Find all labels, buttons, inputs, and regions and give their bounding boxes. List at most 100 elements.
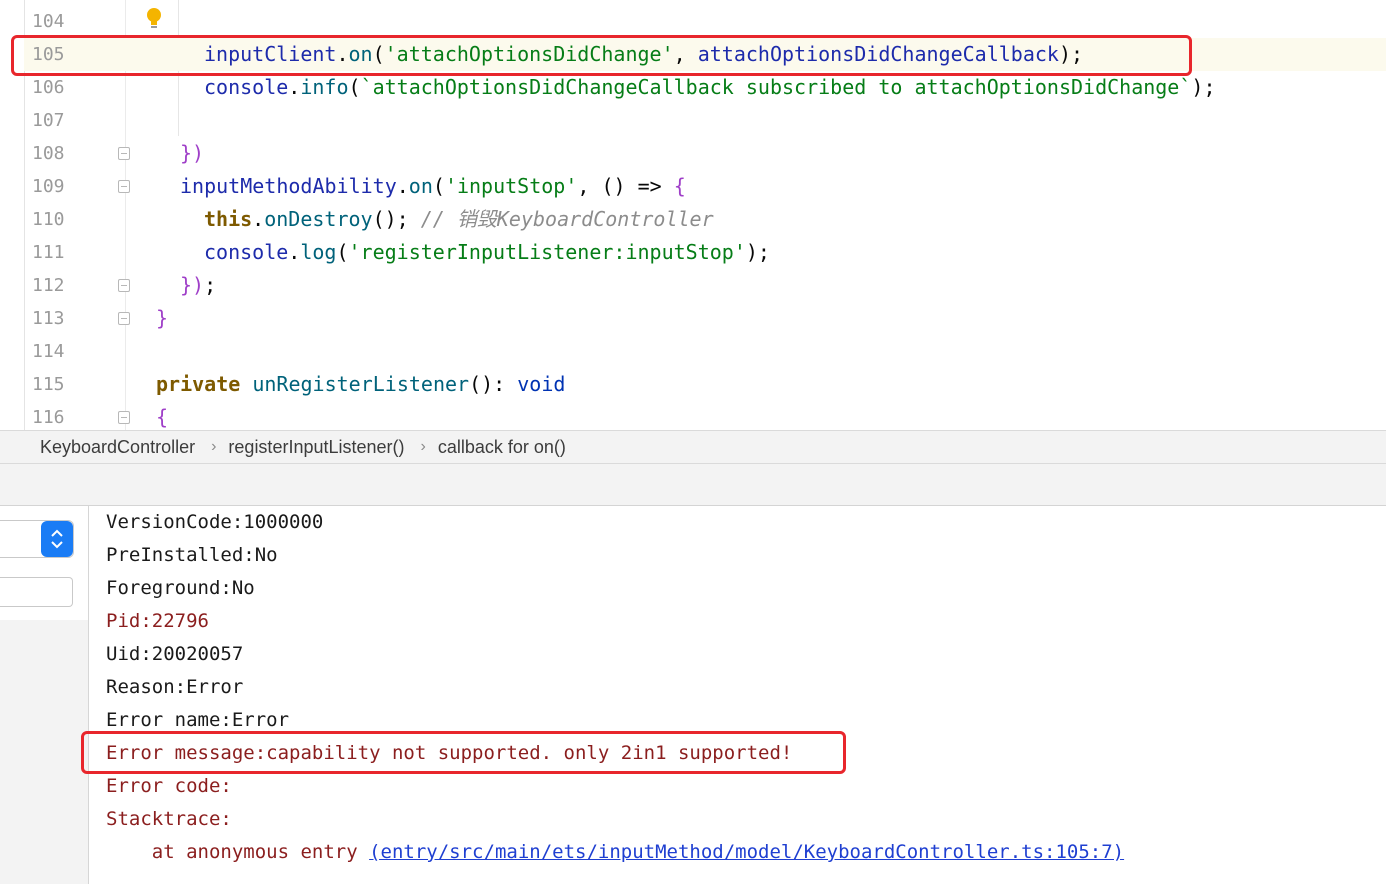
code-token: log	[300, 240, 337, 264]
code-line-106[interactable]: 106 console.info(`attachOptionsDidChange…	[24, 71, 1386, 104]
line-number: 106	[32, 77, 65, 98]
breadcrumb-item-callback[interactable]: callback for on()	[438, 437, 566, 458]
code-token: {	[156, 405, 169, 429]
code-line-110[interactable]: 110 this.onDestroy(); // 销毁KeyboardContr…	[24, 203, 1386, 236]
code-line-105[interactable]: 105 inputClient.on('attachOptionsDidChan…	[24, 38, 1386, 71]
log-line: Uid:20020057	[106, 643, 244, 665]
code-text: inputClient.on('attachOptionsDidChange',…	[204, 38, 1083, 71]
breadcrumb-separator-icon: ›	[420, 438, 426, 455]
code-line-108[interactable]: 108 })	[24, 137, 1386, 170]
code-token: private	[156, 372, 253, 396]
log-line: PreInstalled:No	[106, 544, 278, 566]
code-editor[interactable]: 104 105 inputClient.on('attachOptionsDid…	[0, 0, 1386, 430]
code-text: }	[156, 302, 168, 335]
log-line: Error code:	[106, 775, 232, 797]
code-text: console.log('registerInputListener:input…	[204, 236, 770, 269]
log-line: VersionCode:1000000	[106, 511, 324, 533]
code-token: 'attachOptionsDidChange'	[384, 42, 674, 66]
code-token: 'inputStop'	[444, 174, 578, 198]
fold-marker-icon[interactable]	[118, 312, 130, 325]
code-token: .	[252, 207, 265, 231]
source-location-link[interactable]: (entry/src/main/ets/inputMethod/model/Ke…	[369, 841, 1124, 863]
code-line-116[interactable]: 116 {	[24, 401, 1386, 430]
code-token: })	[180, 141, 205, 165]
log-output[interactable]: VersionCode:1000000 PreInstalled:No Fore…	[106, 506, 1386, 884]
stacktrace-line: at anonymous entry (entry/src/main/ets/i…	[106, 836, 1124, 869]
code-token: onDestroy	[264, 207, 373, 231]
log-line: Error name:Error	[106, 709, 290, 731]
log-filter-input[interactable]	[0, 577, 73, 607]
fold-marker-icon[interactable]	[118, 279, 130, 292]
code-token: console	[204, 75, 289, 99]
code-line-107[interactable]: 107	[24, 104, 1386, 137]
code-line-112[interactable]: 112 });	[24, 269, 1386, 302]
breadcrumb-item-class[interactable]: KeyboardController	[40, 437, 195, 458]
code-token: })	[180, 273, 205, 297]
code-token: ():	[469, 372, 518, 396]
line-number: 114	[32, 341, 65, 362]
editor-gutter-edge	[0, 0, 25, 430]
code-text: });	[180, 269, 216, 302]
lightbulb-icon[interactable]	[146, 6, 162, 32]
breadcrumb-item-method[interactable]: registerInputListener()	[228, 437, 404, 458]
code-token: (	[348, 75, 361, 99]
code-token: unRegisterListener	[252, 372, 470, 396]
code-line-115[interactable]: 115 private unRegisterListener(): void	[24, 368, 1386, 401]
code-token: on	[348, 42, 373, 66]
code-token: inputClient	[204, 42, 337, 66]
log-line: Reason:Error	[106, 676, 244, 698]
breadcrumb-separator-icon: ›	[211, 438, 217, 455]
sidebar-empty-area	[0, 620, 88, 884]
line-number: 113	[32, 308, 65, 329]
code-line-111[interactable]: 111 console.log('registerInputListener:i…	[24, 236, 1386, 269]
code-text: inputMethodAbility.on('inputStop', () =>…	[180, 170, 686, 203]
code-token: inputMethodAbility	[180, 174, 397, 198]
code-token: // 销毁KeyboardController	[420, 207, 714, 231]
log-filter-sidebar	[0, 506, 89, 884]
code-token: ;	[204, 273, 217, 297]
code-token: (	[372, 42, 385, 66]
line-number: 107	[32, 110, 65, 131]
code-token: (	[336, 240, 349, 264]
select-stepper-icon[interactable]	[41, 521, 73, 557]
code-line-113[interactable]: 113 }	[24, 302, 1386, 335]
code-line-114[interactable]: 114	[24, 335, 1386, 368]
code-text: console.info(`attachOptionsDidChangeCall…	[204, 71, 1216, 104]
line-number: 111	[32, 242, 65, 263]
fold-marker-icon[interactable]	[118, 411, 130, 424]
code-token: info	[300, 75, 349, 99]
breadcrumb: KeyboardController › registerInputListen…	[0, 430, 1386, 464]
code-token: }	[156, 306, 169, 330]
log-line: Foreground:No	[106, 577, 255, 599]
code-token: this	[204, 207, 253, 231]
line-number: 105	[32, 44, 65, 65]
log-line: Pid:22796	[106, 610, 209, 632]
fold-marker-icon[interactable]	[118, 180, 130, 193]
code-token: 'registerInputListener:inputStop'	[348, 240, 746, 264]
code-token: void	[517, 372, 566, 396]
code-token: .	[288, 75, 301, 99]
code-token: console	[204, 240, 289, 264]
line-number: 115	[32, 374, 65, 395]
code-token: );	[745, 240, 770, 264]
code-text: private unRegisterListener(): void	[156, 368, 565, 401]
log-line: Stacktrace:	[106, 808, 232, 830]
code-token: ();	[372, 207, 421, 231]
code-line-104[interactable]: 104	[24, 5, 1386, 38]
code-token: , () =>	[577, 174, 674, 198]
fold-marker-icon[interactable]	[118, 147, 130, 160]
code-token: {	[673, 174, 686, 198]
line-number: 116	[32, 407, 65, 428]
code-token: `attachOptionsDidChangeCallback subscrib…	[360, 75, 1192, 99]
code-token: .	[336, 42, 349, 66]
code-text: this.onDestroy(); // 销毁KeyboardControlle…	[204, 203, 714, 236]
code-text: })	[180, 137, 204, 170]
code-text: {	[156, 401, 168, 430]
line-number: 108	[32, 143, 65, 164]
code-token: ,	[673, 42, 698, 66]
panel-toolbar	[0, 464, 1386, 506]
code-line-109[interactable]: 109 inputMethodAbility.on('inputStop', (…	[24, 170, 1386, 203]
code-token: .	[396, 174, 409, 198]
code-token: on	[408, 174, 433, 198]
code-token: (	[432, 174, 445, 198]
